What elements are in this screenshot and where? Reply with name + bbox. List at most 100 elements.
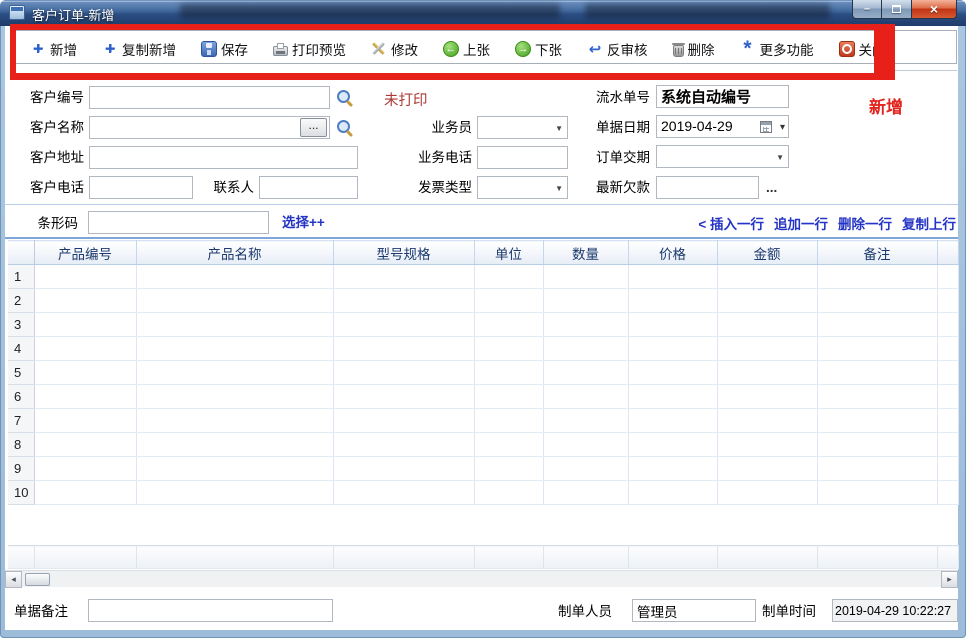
select-plus-link[interactable]: 选择++	[282, 211, 325, 234]
grid-cell[interactable]	[136, 481, 333, 505]
chevron-down-icon[interactable]: ▾	[780, 123, 785, 133]
col-header-product-name[interactable]: 产品名称	[136, 241, 333, 265]
grid-cell[interactable]	[628, 289, 717, 313]
grid-cell[interactable]	[136, 289, 333, 313]
grid-cell[interactable]	[817, 409, 937, 433]
grid-cell[interactable]	[474, 409, 543, 433]
calendar-icon[interactable]	[760, 121, 772, 133]
doc-remark-input[interactable]	[88, 599, 333, 622]
grid-cell[interactable]	[474, 481, 543, 505]
grid-cell[interactable]	[717, 433, 817, 457]
grid-cell[interactable]	[474, 265, 543, 289]
grid-cell[interactable]	[333, 385, 474, 409]
search-icon[interactable]	[336, 119, 353, 136]
grid-cell[interactable]	[34, 289, 136, 313]
horizontal-scrollbar[interactable]: ◂ ▸	[5, 570, 958, 587]
grid-cell[interactable]	[333, 313, 474, 337]
toolbar-button-prev[interactable]: ← 上张	[443, 39, 490, 59]
grid-cell[interactable]	[717, 481, 817, 505]
grid-cell[interactable]	[628, 313, 717, 337]
contact-input[interactable]	[259, 176, 358, 199]
grid-cell[interactable]	[817, 289, 937, 313]
grid-cell[interactable]	[543, 409, 628, 433]
minimize-button[interactable]: –	[852, 0, 882, 19]
chevron-down-icon[interactable]: ▼	[776, 154, 784, 162]
customer-address-input[interactable]	[89, 146, 358, 169]
grid-cell[interactable]	[628, 361, 717, 385]
grid-cell[interactable]	[333, 289, 474, 313]
invoice-type-select[interactable]: ▼	[477, 176, 568, 199]
col-header-product-no[interactable]: 产品编号	[34, 241, 136, 265]
grid-cell[interactable]	[34, 481, 136, 505]
col-header-unit[interactable]: 单位	[474, 241, 543, 265]
copy-row-link[interactable]: 复制上行	[902, 213, 956, 233]
grid-cell[interactable]	[474, 385, 543, 409]
grid-cell[interactable]	[817, 481, 937, 505]
business-phone-input[interactable]	[477, 146, 568, 169]
grid-cell[interactable]	[136, 313, 333, 337]
scrollbar-thumb[interactable]	[25, 573, 50, 586]
search-icon[interactable]	[336, 89, 353, 106]
grid-cell[interactable]	[333, 481, 474, 505]
grid-cell[interactable]	[717, 289, 817, 313]
grid-cell[interactable]	[333, 265, 474, 289]
grid-cell[interactable]	[543, 313, 628, 337]
grid-cell[interactable]	[136, 361, 333, 385]
grid-cell[interactable]	[474, 361, 543, 385]
grid-cell[interactable]	[34, 361, 136, 385]
grid-cell[interactable]	[136, 385, 333, 409]
grid-cell[interactable]	[628, 481, 717, 505]
col-header-remark[interactable]: 备注	[817, 241, 937, 265]
delivery-date-select[interactable]: ▼	[656, 145, 789, 168]
grid-cell[interactable]	[817, 265, 937, 289]
insert-row-link[interactable]: < 插入一行	[698, 213, 764, 233]
grid-cell[interactable]	[543, 481, 628, 505]
grid-cell[interactable]	[717, 361, 817, 385]
grid-cell[interactable]	[543, 385, 628, 409]
grid-cell[interactable]	[543, 457, 628, 481]
salesman-select[interactable]: ▼	[477, 116, 568, 139]
append-row-link[interactable]: 追加一行	[774, 213, 828, 233]
grid-cell[interactable]	[543, 361, 628, 385]
toolbar-button-next[interactable]: → 下张	[515, 39, 562, 59]
grid-cell[interactable]	[817, 457, 937, 481]
barcode-input[interactable]	[88, 211, 269, 234]
grid-cell[interactable]	[34, 313, 136, 337]
customer-phone-input[interactable]	[89, 176, 193, 199]
toolbar-button-add[interactable]: + 新增	[30, 39, 77, 59]
grid-cell[interactable]	[474, 457, 543, 481]
grid-cell[interactable]	[136, 409, 333, 433]
close-button[interactable]: ×	[911, 0, 957, 19]
chevron-down-icon[interactable]: ▼	[555, 185, 563, 193]
customer-no-input[interactable]	[89, 86, 330, 109]
chevron-down-icon[interactable]: ▼	[555, 125, 563, 133]
toolbar-button-save[interactable]: 保存	[201, 39, 248, 59]
scroll-left-button[interactable]: ◂	[5, 571, 22, 588]
grid-cell[interactable]	[717, 337, 817, 361]
toolbar-button-print-preview[interactable]: 打印预览	[273, 39, 346, 59]
grid-cell[interactable]	[543, 289, 628, 313]
serial-no-input[interactable]	[656, 85, 789, 108]
grid-cell[interactable]	[136, 337, 333, 361]
grid-cell[interactable]	[817, 433, 937, 457]
grid-cell[interactable]	[717, 313, 817, 337]
grid-cell[interactable]	[717, 385, 817, 409]
grid-cell[interactable]	[136, 265, 333, 289]
grid-cell[interactable]	[333, 361, 474, 385]
grid-cell[interactable]	[717, 265, 817, 289]
grid-cell[interactable]	[474, 289, 543, 313]
grid-cell[interactable]	[333, 433, 474, 457]
col-header-model-spec[interactable]: 型号规格	[333, 241, 474, 265]
grid-cell[interactable]	[543, 337, 628, 361]
grid-cell[interactable]	[34, 265, 136, 289]
grid-cell[interactable]	[34, 433, 136, 457]
grid-cell[interactable]	[628, 337, 717, 361]
latest-debt-input[interactable]	[656, 176, 759, 199]
col-header-amount[interactable]: 金额	[717, 241, 817, 265]
customer-name-input[interactable]	[89, 116, 330, 139]
toolbar-button-unaudit[interactable]: ↩ 反审核	[587, 39, 648, 59]
grid-cell[interactable]	[628, 433, 717, 457]
grid-cell[interactable]	[136, 457, 333, 481]
grid-cell[interactable]	[817, 385, 937, 409]
grid-cell[interactable]	[717, 409, 817, 433]
